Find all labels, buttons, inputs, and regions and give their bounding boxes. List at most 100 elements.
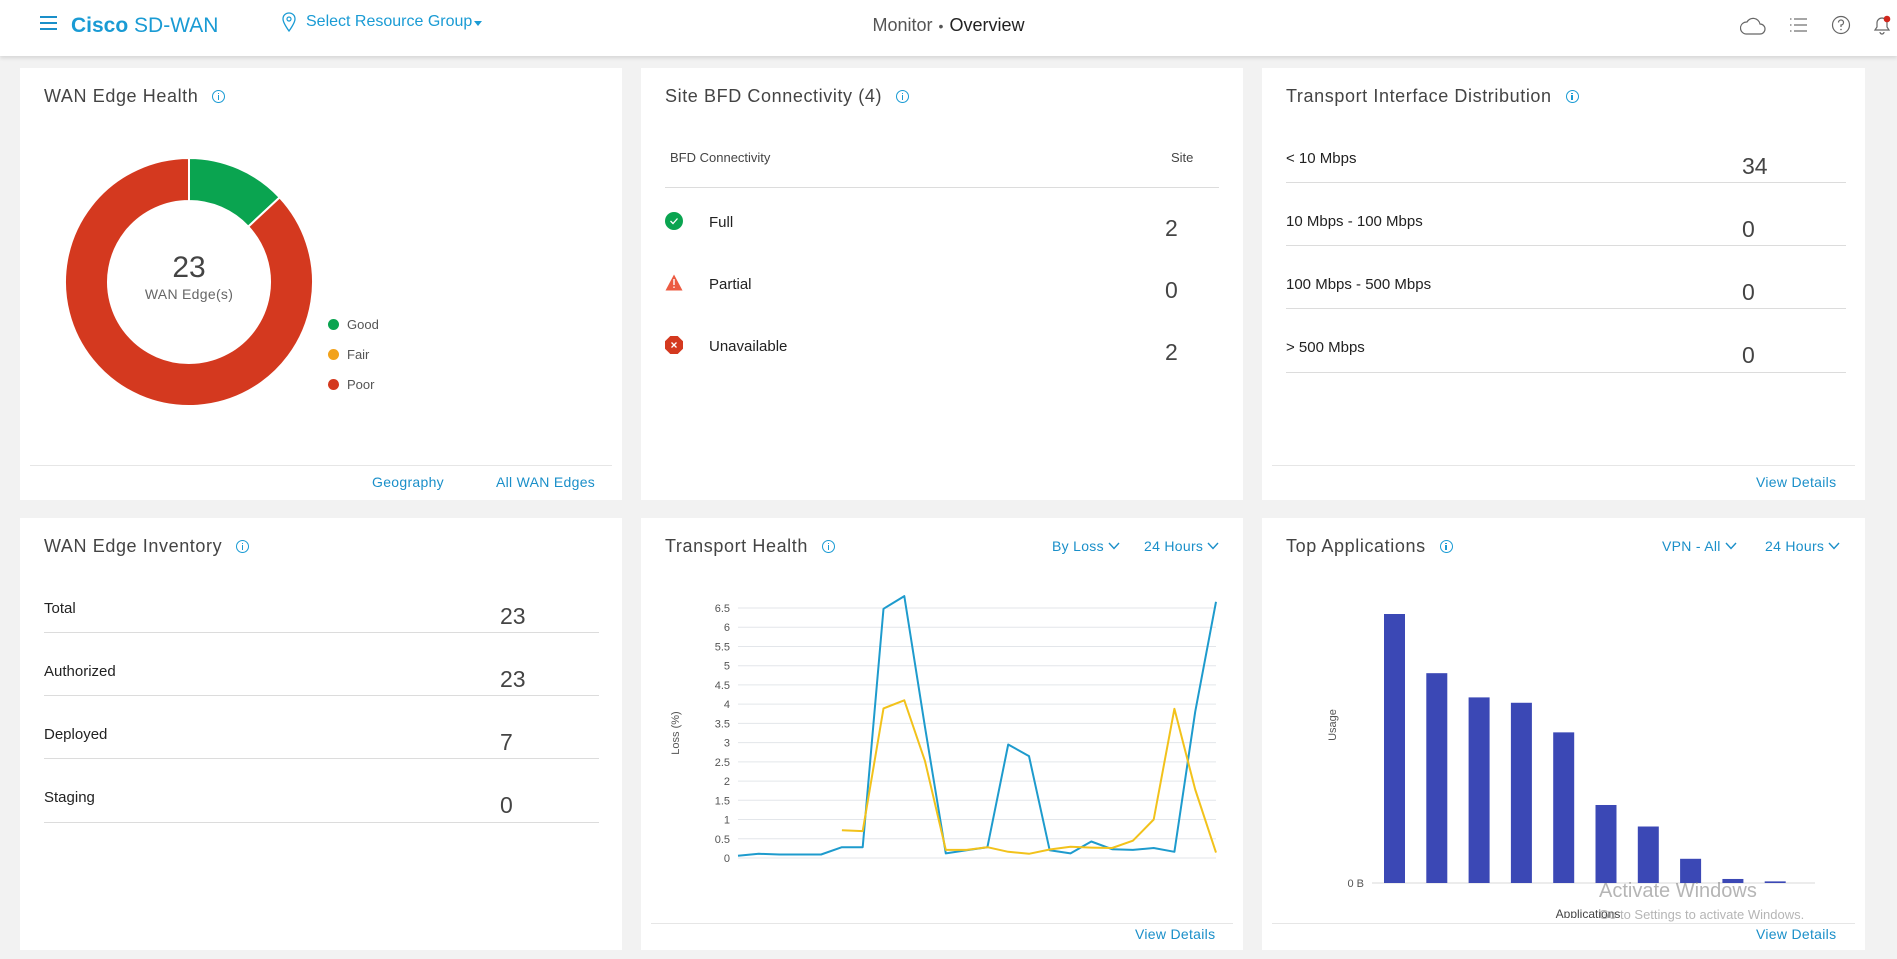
chevron-down-icon <box>1828 542 1840 550</box>
task-list-icon[interactable] <box>1790 17 1808 33</box>
bfd-status-label: Full <box>709 214 734 231</box>
bandwidth-range-label: 100 Mbps - 500 Mbps <box>1286 276 1432 293</box>
view-details-link[interactable]: View Details <box>1135 926 1215 942</box>
notification-badge <box>1883 15 1891 23</box>
inventory-label: Total <box>44 600 76 617</box>
panel-title: Transport Interface Distribution <box>1286 86 1552 106</box>
breadcrumb-section[interactable]: Monitor <box>873 15 933 35</box>
panel-footer-divider <box>1272 465 1855 466</box>
row-divider <box>1286 372 1846 373</box>
y-tick-label: 5 <box>724 661 730 673</box>
site-bfd-connectivity-panel: Site BFD Connectivity (4) BFD Connectivi… <box>641 68 1243 500</box>
chevron-down-icon <box>1207 542 1219 550</box>
y-tick-label: 5.5 <box>715 641 730 653</box>
info-icon[interactable] <box>1439 540 1453 553</box>
geography-link[interactable]: Geography <box>372 474 444 490</box>
y-tick-label: 0 <box>724 853 730 865</box>
time-range-dropdown[interactable]: 24 Hours <box>1765 538 1840 554</box>
transport-interface-distribution-panel: Transport Interface Distribution < 10 Mb… <box>1262 68 1865 500</box>
top-applications-panel: Top Applications VPN - All 24 Hours 0 B U… <box>1262 518 1865 950</box>
inventory-label: Deployed <box>44 726 108 743</box>
donut-total-label: WAN Edge(s) <box>144 286 234 302</box>
legend-item-poor: Poor <box>328 377 374 392</box>
error-octagon-icon <box>665 336 683 354</box>
y-tick-label: 0.5 <box>715 834 730 846</box>
panel-title: Top Applications <box>1286 536 1426 556</box>
view-details-link[interactable]: View Details <box>1756 474 1836 490</box>
transport-health-line-chart: 0 0.5 1 1.5 2 2.5 3 3.5 4 4.5 5 5.5 6 6.5 Loss (%) <box>670 595 1217 865</box>
bandwidth-range-label: < 10 Mbps <box>1286 150 1357 167</box>
breadcrumb-separator: • <box>938 18 944 34</box>
y-tick-label: 4 <box>724 699 730 711</box>
breadcrumb: Monitor • Overview <box>0 15 1897 36</box>
bandwidth-range-label: > 500 Mbps <box>1286 339 1365 356</box>
bar-app-2[interactable] <box>1426 673 1448 883</box>
panel-title: Site BFD Connectivity (4) <box>665 86 883 106</box>
bar-app-4[interactable] <box>1510 702 1532 883</box>
inventory-count: 23 <box>500 603 526 629</box>
y-tick-label: 3 <box>724 738 730 750</box>
bfd-status-label: Partial <box>709 276 752 293</box>
inventory-count: 23 <box>500 666 526 692</box>
bar-app-7[interactable] <box>1637 826 1659 883</box>
y-tick-label: 1.5 <box>715 795 730 807</box>
bar-app-10[interactable] <box>1764 881 1786 883</box>
y-tick-label: 3.5 <box>715 718 730 730</box>
inventory-count: 7 <box>500 729 513 755</box>
interface-count: 0 <box>1742 279 1755 305</box>
activate-windows-watermark-subtitle: Go to Settings to activate Windows. <box>1599 907 1805 922</box>
panel-title: Transport Health <box>665 536 808 556</box>
bar-app-5[interactable] <box>1553 732 1575 883</box>
y-tick-label: 6 <box>724 622 730 634</box>
row-divider <box>44 695 599 696</box>
column-header-site: Site <box>1171 150 1194 165</box>
donut-total: 23 <box>172 251 206 284</box>
activate-windows-watermark-title: Activate Windows <box>1599 880 1757 902</box>
inventory-label: Staging <box>44 789 95 806</box>
cloud-icon[interactable] <box>1740 16 1766 36</box>
view-details-link[interactable]: View Details <box>1756 926 1836 942</box>
chevron-down-icon <box>1108 542 1120 550</box>
panel-title: WAN Edge Health <box>44 86 199 106</box>
info-icon[interactable] <box>822 540 835 553</box>
legend-item-fair: Fair <box>328 347 369 362</box>
panel-footer-divider <box>651 923 1233 924</box>
column-header-bfd-connectivity: BFD Connectivity <box>670 150 771 165</box>
legend-item-good: Good <box>328 317 379 332</box>
help-icon[interactable] <box>1831 15 1851 35</box>
interface-count: 0 <box>1742 342 1755 368</box>
y-tick-label: 0 B <box>1347 878 1364 890</box>
wan-edge-health-panel: WAN Edge Health 23 WAN Edge(s) Good Fair… <box>20 68 622 500</box>
info-icon[interactable] <box>1565 90 1579 103</box>
vpn-dropdown[interactable]: VPN - All <box>1662 538 1737 554</box>
metric-dropdown[interactable]: By Loss <box>1052 538 1120 554</box>
y-tick-label: 1 <box>724 815 730 827</box>
legend-swatch-poor <box>328 379 339 390</box>
bar-app-3[interactable] <box>1468 697 1490 883</box>
interface-count: 34 <box>1742 153 1768 179</box>
all-wan-edges-link[interactable]: All WAN Edges <box>496 474 595 490</box>
bfd-status-label: Unavailable <box>709 338 788 355</box>
y-axis-label: Usage <box>1327 709 1339 741</box>
wan-edge-inventory-panel: WAN Edge Inventory Total 23 Authorized 2… <box>20 518 622 950</box>
panel-footer-divider <box>30 465 612 466</box>
y-tick-label: 6.5 <box>715 603 730 615</box>
bfd-site-count: 2 <box>1165 339 1178 365</box>
notification-bell-icon[interactable] <box>1871 14 1893 36</box>
legend-swatch-good <box>328 319 339 330</box>
y-tick-label: 2.5 <box>715 757 730 769</box>
row-divider <box>44 758 599 759</box>
info-icon[interactable] <box>236 540 250 553</box>
info-icon[interactable] <box>896 90 910 103</box>
info-icon[interactable] <box>212 90 226 103</box>
y-tick-label: 2 <box>724 776 730 788</box>
legend-swatch-fair <box>328 349 339 360</box>
line-series-blue[interactable] <box>737 595 1217 857</box>
breadcrumb-current: Overview <box>949 15 1025 35</box>
bar-app-6[interactable] <box>1595 804 1617 883</box>
time-range-dropdown[interactable]: 24 Hours <box>1144 538 1219 554</box>
bar-app-1[interactable] <box>1384 614 1405 883</box>
row-divider <box>44 822 599 823</box>
check-circle-icon <box>665 212 683 230</box>
row-divider <box>1286 182 1846 183</box>
